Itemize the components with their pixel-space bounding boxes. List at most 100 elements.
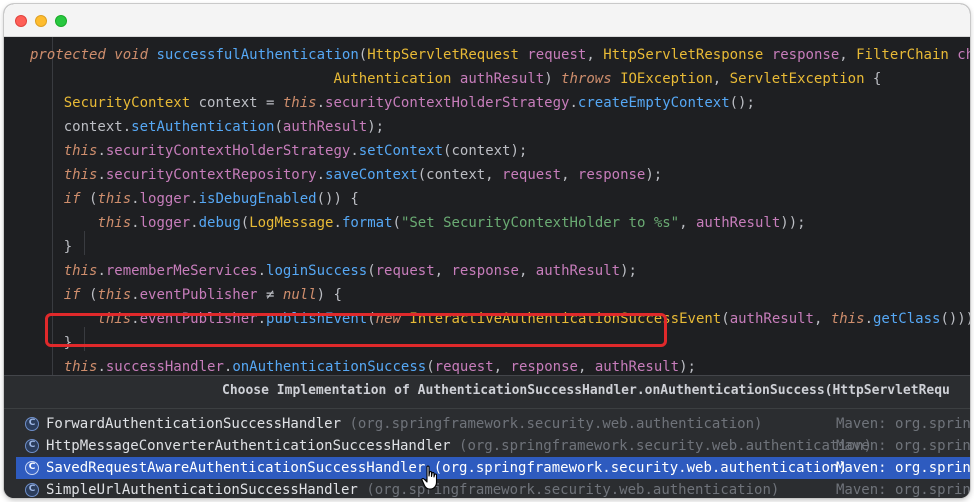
code-token: context. — [30, 119, 132, 135]
code-line[interactable]: SecurityContext context = this.securityC… — [4, 91, 970, 115]
code-token: format — [341, 215, 393, 231]
code-line[interactable]: this.logger.debug(LogMessage.format("Set… — [4, 211, 970, 235]
code-line[interactable]: this.rememberMeServices.loginSuccess(req… — [4, 259, 970, 283]
code-token: response — [510, 359, 578, 375]
code-line[interactable]: this.securityContextHolderStrategy.setCo… — [4, 139, 970, 163]
code-token: ( — [80, 287, 98, 303]
code-token: successHandler — [105, 359, 224, 375]
code-token: response — [771, 47, 840, 63]
code-token: . — [131, 215, 140, 231]
code-token: void — [114, 47, 149, 63]
code-token: , — [839, 47, 857, 63]
code-token: . — [316, 167, 326, 183]
code-token: ) — [544, 71, 562, 87]
code-token: this — [63, 143, 98, 159]
code-token: . — [97, 143, 106, 159]
class-icon: C — [25, 461, 39, 475]
class-icon: C — [25, 483, 39, 497]
class-icon: C — [25, 417, 39, 431]
code-token: securityContextRepository — [105, 167, 317, 183]
code-token: saveContext — [325, 167, 418, 183]
code-token: authResult — [729, 311, 814, 327]
code-line[interactable]: context.setAuthentication(authResult); — [4, 115, 970, 139]
popup-title: Choose Implementation of AuthenticationS… — [222, 383, 950, 398]
code-token: . — [190, 215, 199, 231]
highlighted-method-call — [45, 313, 667, 347]
hand-cursor-icon — [421, 465, 438, 490]
code-token: ( — [721, 311, 730, 327]
code-token: null — [282, 287, 317, 303]
code-token: . — [190, 191, 199, 207]
code-token: , — [518, 263, 536, 279]
code-token: ( — [426, 359, 435, 375]
class-name: HttpMessageConverterAuthenticationSucces… — [46, 438, 451, 454]
close-window-button[interactable] — [15, 15, 27, 27]
code-token: IOException — [620, 71, 713, 87]
code-line[interactable]: if (this.logger.isDebugEnabled()) { — [4, 187, 970, 211]
code-token: . — [257, 263, 267, 279]
zoom-window-button[interactable] — [55, 15, 67, 27]
code-token: this — [63, 263, 98, 279]
code-token: HttpServletRequest — [367, 47, 519, 63]
code-token: eventPublisher — [139, 287, 258, 303]
package-name: (org.springframework.security.web.authen… — [459, 438, 873, 454]
code-token: response — [577, 167, 646, 183]
code-token: this — [63, 359, 98, 375]
implementation-item[interactable]: C HttpMessageConverterAuthenticationSucce… — [16, 435, 970, 457]
code-token: FilterChain — [856, 47, 949, 63]
implementation-item[interactable]: C SavedRequestAwareAuthenticationSuccessH… — [16, 457, 970, 479]
minimize-window-button[interactable] — [35, 15, 47, 27]
code-token: (context, — [417, 167, 503, 183]
code-token: . — [97, 359, 106, 375]
library-source: Maven: org.spring — [836, 482, 970, 498]
code-token: ( — [392, 215, 401, 231]
code-token: ); — [679, 359, 696, 375]
code-token: protected — [30, 47, 106, 63]
code-line[interactable]: this.securityContextRepository.saveConte… — [4, 163, 970, 187]
code-token: authResult — [535, 263, 621, 279]
code-token: if — [63, 191, 81, 207]
code-token: , — [679, 215, 696, 231]
code-line[interactable]: this.successHandler.onAuthenticationSucc… — [4, 355, 970, 375]
code-line[interactable]: Authentication authResult) throws IOExce… — [4, 67, 970, 91]
code-line[interactable]: if (this.eventPublisher ≠ null) { — [4, 283, 970, 307]
code-line[interactable]: protected void successfulAuthentication(… — [4, 43, 970, 67]
code-token: ) { — [316, 287, 342, 303]
code-token: . — [97, 167, 106, 183]
code-token: request — [527, 47, 587, 63]
library-source: Maven: org.spring — [836, 416, 970, 432]
implementation-item[interactable]: C SimpleUrlAuthenticationSuccessHandler (… — [16, 479, 970, 498]
code-token: , — [561, 167, 578, 183]
code-token: authResult — [282, 119, 368, 135]
code-line[interactable]: } — [4, 235, 970, 259]
code-token: throws — [561, 71, 612, 87]
code-token: debug — [198, 215, 241, 231]
code-token: HttpServletResponse — [603, 47, 764, 63]
code-token: authResult — [695, 215, 781, 231]
code-token: ( — [274, 119, 283, 135]
code-token: this — [97, 191, 132, 207]
code-token: this — [282, 95, 317, 111]
code-token: chain — [957, 47, 970, 63]
code-token: SecurityContext — [63, 95, 191, 111]
implementation-item[interactable]: C ForwardAuthenticationSuccessHandler (or… — [16, 413, 970, 435]
implementation-name: SimpleUrlAuthenticationSuccessHandler (o… — [46, 479, 779, 498]
code-token: authResult — [459, 71, 545, 87]
code-token: ( — [80, 191, 98, 207]
code-token: loginSuccess — [266, 263, 368, 279]
code-token: ServletException — [729, 71, 865, 87]
popup-divider — [4, 408, 970, 409]
implementation-name: ForwardAuthenticationSuccessHandler (org… — [46, 413, 762, 435]
code-token: (context); — [443, 143, 528, 159]
code-token: securityContextHolderStrategy — [325, 95, 570, 111]
